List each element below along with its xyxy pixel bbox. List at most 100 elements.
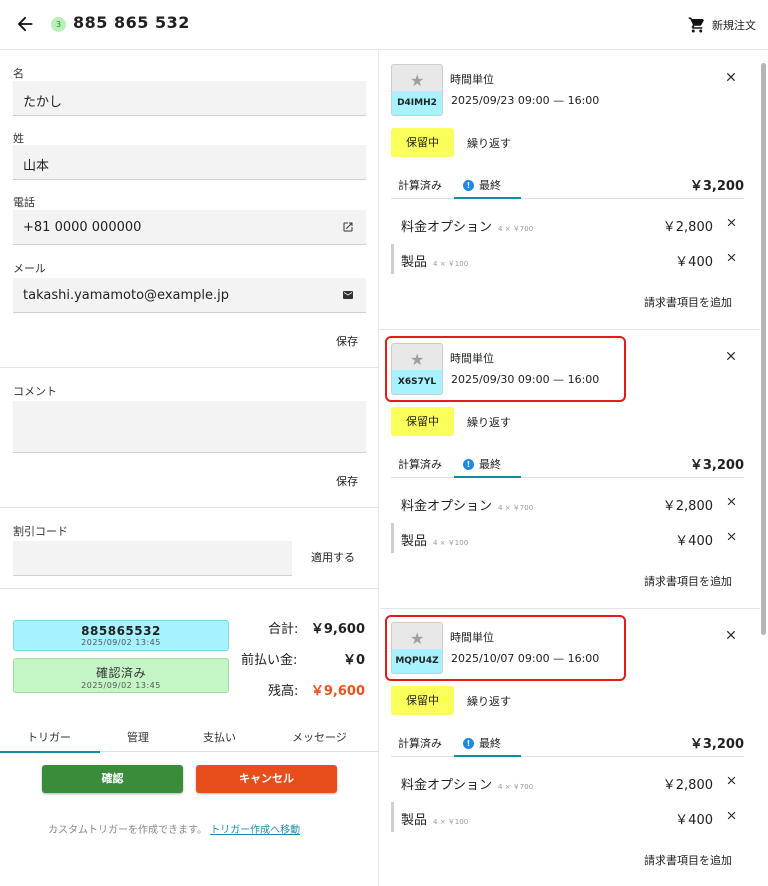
last-name-field[interactable]: 山本 [13,145,366,180]
new-order-label: 新規注文 [712,19,756,32]
tab-message[interactable]: メッセージ [292,729,347,745]
tab-final-label: 最終 [479,179,501,192]
tab-calculated[interactable]: 計算済み [398,456,442,472]
order-time: 2025/09/02 13:45 [81,638,161,647]
repeat-button[interactable]: 繰り返す [467,414,511,430]
comment-field[interactable] [13,401,366,453]
item-name: 製品 [401,813,428,828]
remove-item-icon[interactable] [725,774,738,787]
item-amount: ￥2,800 [662,220,713,235]
remove-item-icon[interactable] [725,251,738,264]
balance-value: ￥9,600 [310,684,365,699]
save-comment-button[interactable]: 保存 [336,473,358,489]
add-invoice-item-button[interactable]: 請求書項目を追加 [644,573,732,589]
phone-label: 電話 [13,196,35,209]
order-code: 885865532 [81,624,161,638]
cart-icon [688,17,704,33]
star-icon[interactable]: ★ [410,71,424,90]
confirmed-time: 2025/09/02 13:45 [81,681,161,690]
item-quantity: 4 × ￥700 [498,504,534,512]
back-arrow-icon[interactable] [14,13,36,35]
tab-manage[interactable]: 管理 [127,729,149,745]
confirmed-label: 確認済み [95,666,146,680]
invoice-item: 料金オプション 4 × ￥700 ￥2,800 [391,209,744,239]
divider [0,367,379,368]
booking-code: D4IMH2 [392,91,442,115]
remove-item-icon[interactable] [725,809,738,822]
divider [0,588,379,589]
add-invoice-item-button[interactable]: 請求書項目を追加 [644,294,732,310]
close-icon[interactable] [724,349,738,363]
action-tabs: トリガー 管理 支払い メッセージ [0,727,379,753]
item-quantity: 4 × ￥700 [498,225,534,233]
hold-status-button[interactable]: 保留中 [391,686,454,715]
item-quantity: 4 × ￥100 [433,260,469,268]
hold-status-button[interactable]: 保留中 [391,128,454,157]
item-name: 製品 [401,255,428,270]
tab-final-label: 最終 [479,458,501,471]
info-icon: ! [463,738,474,749]
hold-status-button[interactable]: 保留中 [391,407,454,436]
remove-item-icon[interactable] [725,495,738,508]
tab-final[interactable]: ! 最終 [463,456,501,472]
close-icon[interactable] [724,628,738,642]
booking-total: ￥3,200 [689,737,744,752]
total-value: ￥9,600 [310,622,365,637]
price-tabs: 計算済み ! 最終 ￥3,200 [391,172,744,199]
remove-item-icon[interactable] [725,530,738,543]
item-amount: ￥2,800 [662,499,713,514]
divider [0,507,379,508]
order-code-badge: 885865532 2025/09/02 13:45 [13,620,229,651]
tab-final[interactable]: ! 最終 [463,735,501,751]
email-field[interactable]: takashi.yamamoto@example.jp [13,278,366,313]
mail-icon[interactable] [342,289,354,301]
item-amount: ￥400 [675,255,713,270]
phone-field[interactable]: +81 0000 000000 [13,210,366,245]
tab-calculated[interactable]: 計算済み [398,177,442,193]
item-name: 料金オプション [401,499,493,514]
save-contact-button[interactable]: 保存 [336,333,358,349]
repeat-button[interactable]: 繰り返す [467,693,511,709]
app-header: 3 885 865 532 新規注文 [0,0,768,50]
info-icon: ! [463,459,474,470]
total-label: 合計: [268,622,299,637]
active-tab-indicator [0,751,100,753]
custom-trigger-text: カスタムトリガーを作成できます。 [48,825,207,836]
invoice-item: 製品 4 × ￥100 ￥400 [391,244,744,274]
item-amount: ￥400 [675,534,713,549]
prepaid-value: ￥0 [342,653,365,668]
new-order-button[interactable]: 新規注文 [688,16,756,34]
confirm-button[interactable]: 確認 [42,765,183,793]
repeat-button[interactable]: 繰り返す [467,135,511,151]
email-label: メール [13,262,46,275]
booking-unit: 時間単位 [450,73,494,86]
apply-discount-button[interactable]: 適用する [311,549,355,565]
booking-total: ￥3,200 [689,179,744,194]
active-tab-indicator [454,476,521,478]
create-trigger-link[interactable]: トリガー作成へ移動 [210,825,300,836]
add-invoice-item-button[interactable]: 請求書項目を追加 [644,852,732,868]
remove-item-icon[interactable] [725,216,738,229]
tab-payment[interactable]: 支払い [203,729,236,745]
item-name: 料金オプション [401,778,493,793]
prepaid-label: 前払い金: [241,653,298,668]
discount-label: 割引コード [13,525,68,538]
first-name-field[interactable]: たかし [13,81,366,116]
close-icon[interactable] [724,70,738,84]
tab-final[interactable]: ! 最終 [463,177,501,193]
invoice-item: 製品 4 × ￥100 ￥400 [391,523,744,553]
item-amount: ￥400 [675,813,713,828]
booking-card: ★ D4IMH2 時間単位 2025/09/23 09:00 — 16:00 保… [380,51,760,330]
customer-panel: 名 たかし 姓 山本 電話 +81 0000 000000 メール takash… [0,51,379,886]
tab-calculated[interactable]: 計算済み [398,735,442,751]
booking-thumbnail[interactable]: ★ D4IMH2 [391,64,443,116]
highlight-box [385,336,626,402]
item-amount: ￥2,800 [662,778,713,793]
tab-trigger[interactable]: トリガー [27,729,71,745]
discount-code-field[interactable] [13,541,292,576]
cancel-button[interactable]: キャンセル [196,765,337,793]
invoice-item: 料金オプション 4 × ￥700 ￥2,800 [391,767,744,797]
balance-label: 残高: [268,684,299,699]
scrollbar[interactable] [761,63,766,635]
external-link-icon[interactable] [342,221,354,233]
